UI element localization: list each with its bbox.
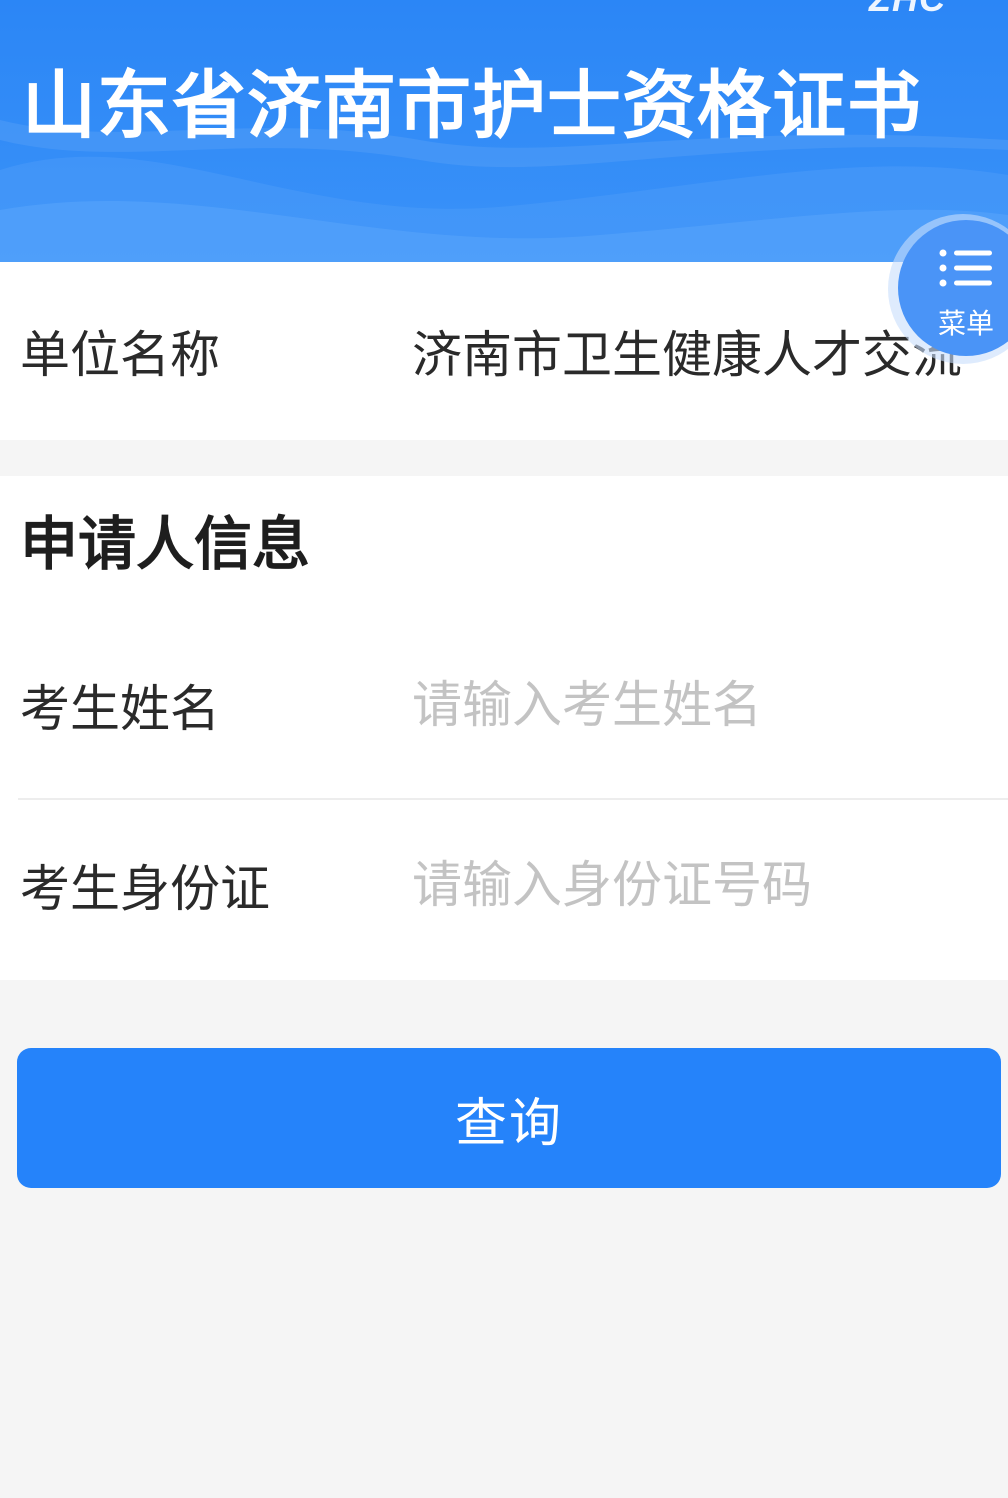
query-button[interactable]: 查询: [17, 1048, 1001, 1188]
applicant-section-title: 申请人信息: [20, 510, 311, 578]
id-row: 考生身份证: [0, 796, 1008, 974]
list-icon: [939, 249, 992, 287]
candidate-id-input[interactable]: [408, 845, 986, 925]
unit-name-label: 单位名称: [20, 326, 220, 384]
menu-button-face[interactable]: 菜单: [898, 220, 1008, 356]
applicant-card: 申请人信息 考生姓名 考生身份证: [0, 476, 1008, 980]
candidate-id-label: 考生身份证: [20, 860, 270, 918]
unit-row: 单位名称 济南市卫生健康人才交流: [0, 262, 1008, 440]
unit-card: 单位名称 济南市卫生健康人才交流: [0, 262, 1008, 440]
header-banner: ZHC 山东省济南市护士资格证书: [0, 0, 1008, 262]
page: ZHC 山东省济南市护士资格证书 单位名称 济南市卫生健康人才交流 申请人信息 …: [0, 0, 1008, 1498]
candidate-name-label: 考生姓名: [20, 680, 220, 738]
page-title: 山东省济南市护士资格证书: [22, 63, 922, 149]
menu-label: 菜单: [938, 307, 995, 340]
name-row: 考生姓名: [0, 616, 1008, 794]
brand-logo: ZHC: [869, 0, 946, 20]
candidate-name-input[interactable]: [408, 665, 986, 745]
